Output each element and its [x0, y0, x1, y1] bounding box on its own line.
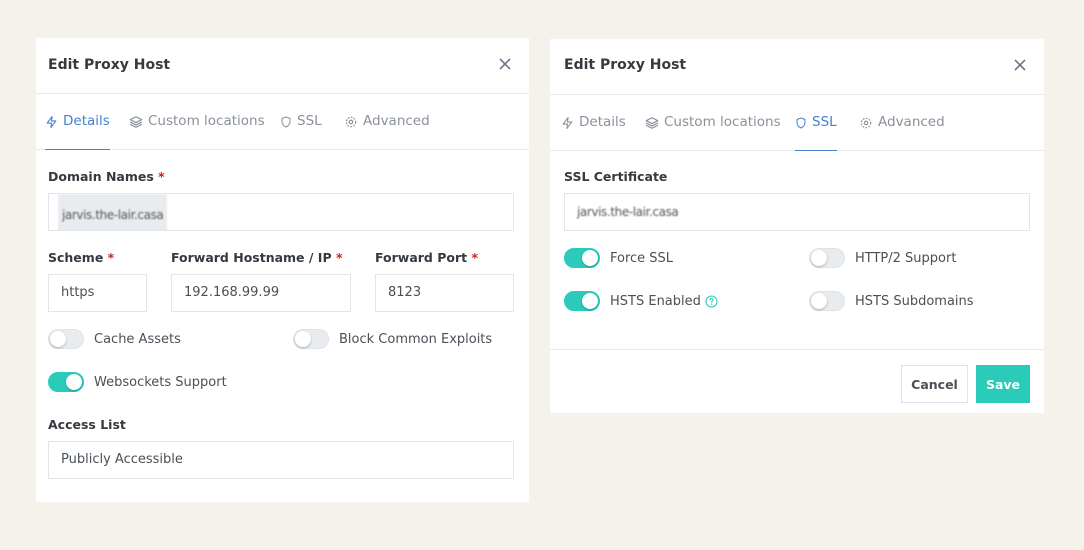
modal-tabs: Details Custom locations SSL Advanced: [550, 95, 1044, 151]
ssl-certificate-select[interactable]: jarvis.the-lair.casa: [564, 193, 1030, 231]
scheme-input[interactable]: https: [48, 274, 147, 312]
forward-port-label: Forward Port *: [375, 250, 479, 265]
close-icon[interactable]: [498, 57, 512, 71]
help-circle-icon[interactable]: [705, 294, 718, 308]
ssl-certificate-value: jarvis.the-lair.casa: [577, 205, 679, 219]
tab-label: Advanced: [878, 114, 945, 130]
toggle-switch[interactable]: [809, 248, 845, 268]
toggle-label: HSTS Enabled: [610, 293, 701, 309]
tab-advanced[interactable]: Advanced: [859, 114, 945, 151]
force-ssl-toggle[interactable]: Force SSL: [564, 248, 673, 268]
tab-details[interactable]: Details: [561, 114, 626, 151]
tab-label: Custom locations: [148, 113, 265, 129]
tab-ssl[interactable]: SSL: [280, 113, 322, 150]
layers-icon: [129, 116, 143, 128]
toggle-label: Cache Assets: [94, 331, 181, 347]
tab-label: Details: [63, 113, 110, 129]
toggle-label: Force SSL: [610, 250, 674, 266]
cache-assets-toggle[interactable]: Cache Assets: [48, 329, 181, 349]
http2-support-toggle[interactable]: HTTP/2 Support: [809, 248, 956, 268]
hsts-subdomains-toggle[interactable]: HSTS Subdomains: [809, 291, 974, 311]
gear-icon: [345, 116, 357, 128]
gear-icon: [860, 117, 872, 129]
tab-custom-locations[interactable]: Custom locations: [645, 114, 781, 151]
modal-tabs: Details Custom locations SSL Advanced: [36, 94, 529, 150]
domain-names-input[interactable]: jarvis.the-lair.casa: [48, 193, 514, 231]
lightning-icon: [46, 116, 57, 128]
hsts-enabled-toggle[interactable]: HSTS Enabled: [564, 291, 718, 311]
tab-details[interactable]: Details: [45, 113, 110, 150]
lightning-icon: [562, 117, 573, 129]
access-list-select[interactable]: Publicly Accessible: [48, 441, 514, 479]
websockets-support-toggle[interactable]: Websockets Support: [48, 372, 227, 392]
toggle-switch[interactable]: [809, 291, 845, 311]
shield-icon: [281, 116, 291, 128]
edit-proxy-host-modal-details: Edit Proxy Host Details Custom locations…: [36, 38, 529, 502]
tab-ssl[interactable]: SSL: [795, 114, 837, 151]
layers-icon: [645, 117, 659, 129]
toggle-switch[interactable]: [293, 329, 329, 349]
tab-label: Details: [579, 114, 626, 130]
cancel-button[interactable]: Cancel: [901, 365, 968, 403]
forward-hostname-label: Forward Hostname / IP *: [171, 250, 343, 265]
save-button[interactable]: Save: [976, 365, 1030, 403]
scheme-label: Scheme *: [48, 250, 115, 265]
edit-proxy-host-modal-ssl: Edit Proxy Host Details Custom locations…: [550, 39, 1044, 413]
modal-title: Edit Proxy Host: [564, 57, 687, 73]
toggle-switch[interactable]: [564, 291, 600, 311]
block-common-exploits-toggle[interactable]: Block Common Exploits: [293, 329, 492, 349]
modal-header: Edit Proxy Host: [550, 39, 1044, 95]
domain-chip: jarvis.the-lair.casa: [58, 194, 168, 230]
ssl-certificate-label: SSL Certificate: [564, 169, 668, 184]
forward-port-input[interactable]: 8123: [375, 274, 514, 312]
tab-label: SSL: [297, 113, 322, 129]
access-list-label: Access List: [48, 417, 126, 432]
tab-advanced[interactable]: Advanced: [344, 113, 430, 150]
modal-title: Edit Proxy Host: [48, 57, 171, 73]
toggle-switch[interactable]: [564, 248, 600, 268]
tab-label: Custom locations: [664, 114, 781, 130]
shield-icon: [796, 117, 806, 129]
close-icon[interactable]: [1013, 58, 1027, 72]
toggle-switch[interactable]: [48, 329, 84, 349]
toggle-label: Websockets Support: [94, 374, 227, 390]
modal-header: Edit Proxy Host: [36, 38, 529, 94]
toggle-label: HSTS Subdomains: [855, 293, 974, 309]
forward-hostname-input[interactable]: 192.168.99.99: [171, 274, 351, 312]
tab-custom-locations[interactable]: Custom locations: [129, 113, 265, 150]
toggle-switch[interactable]: [48, 372, 84, 392]
tab-label: SSL: [812, 114, 837, 130]
tab-label: Advanced: [363, 113, 430, 129]
modal-footer: Cancel Save: [550, 349, 1044, 413]
domain-names-label: Domain Names *: [48, 169, 165, 184]
toggle-label: HTTP/2 Support: [855, 250, 957, 266]
toggle-label: Block Common Exploits: [339, 331, 493, 347]
